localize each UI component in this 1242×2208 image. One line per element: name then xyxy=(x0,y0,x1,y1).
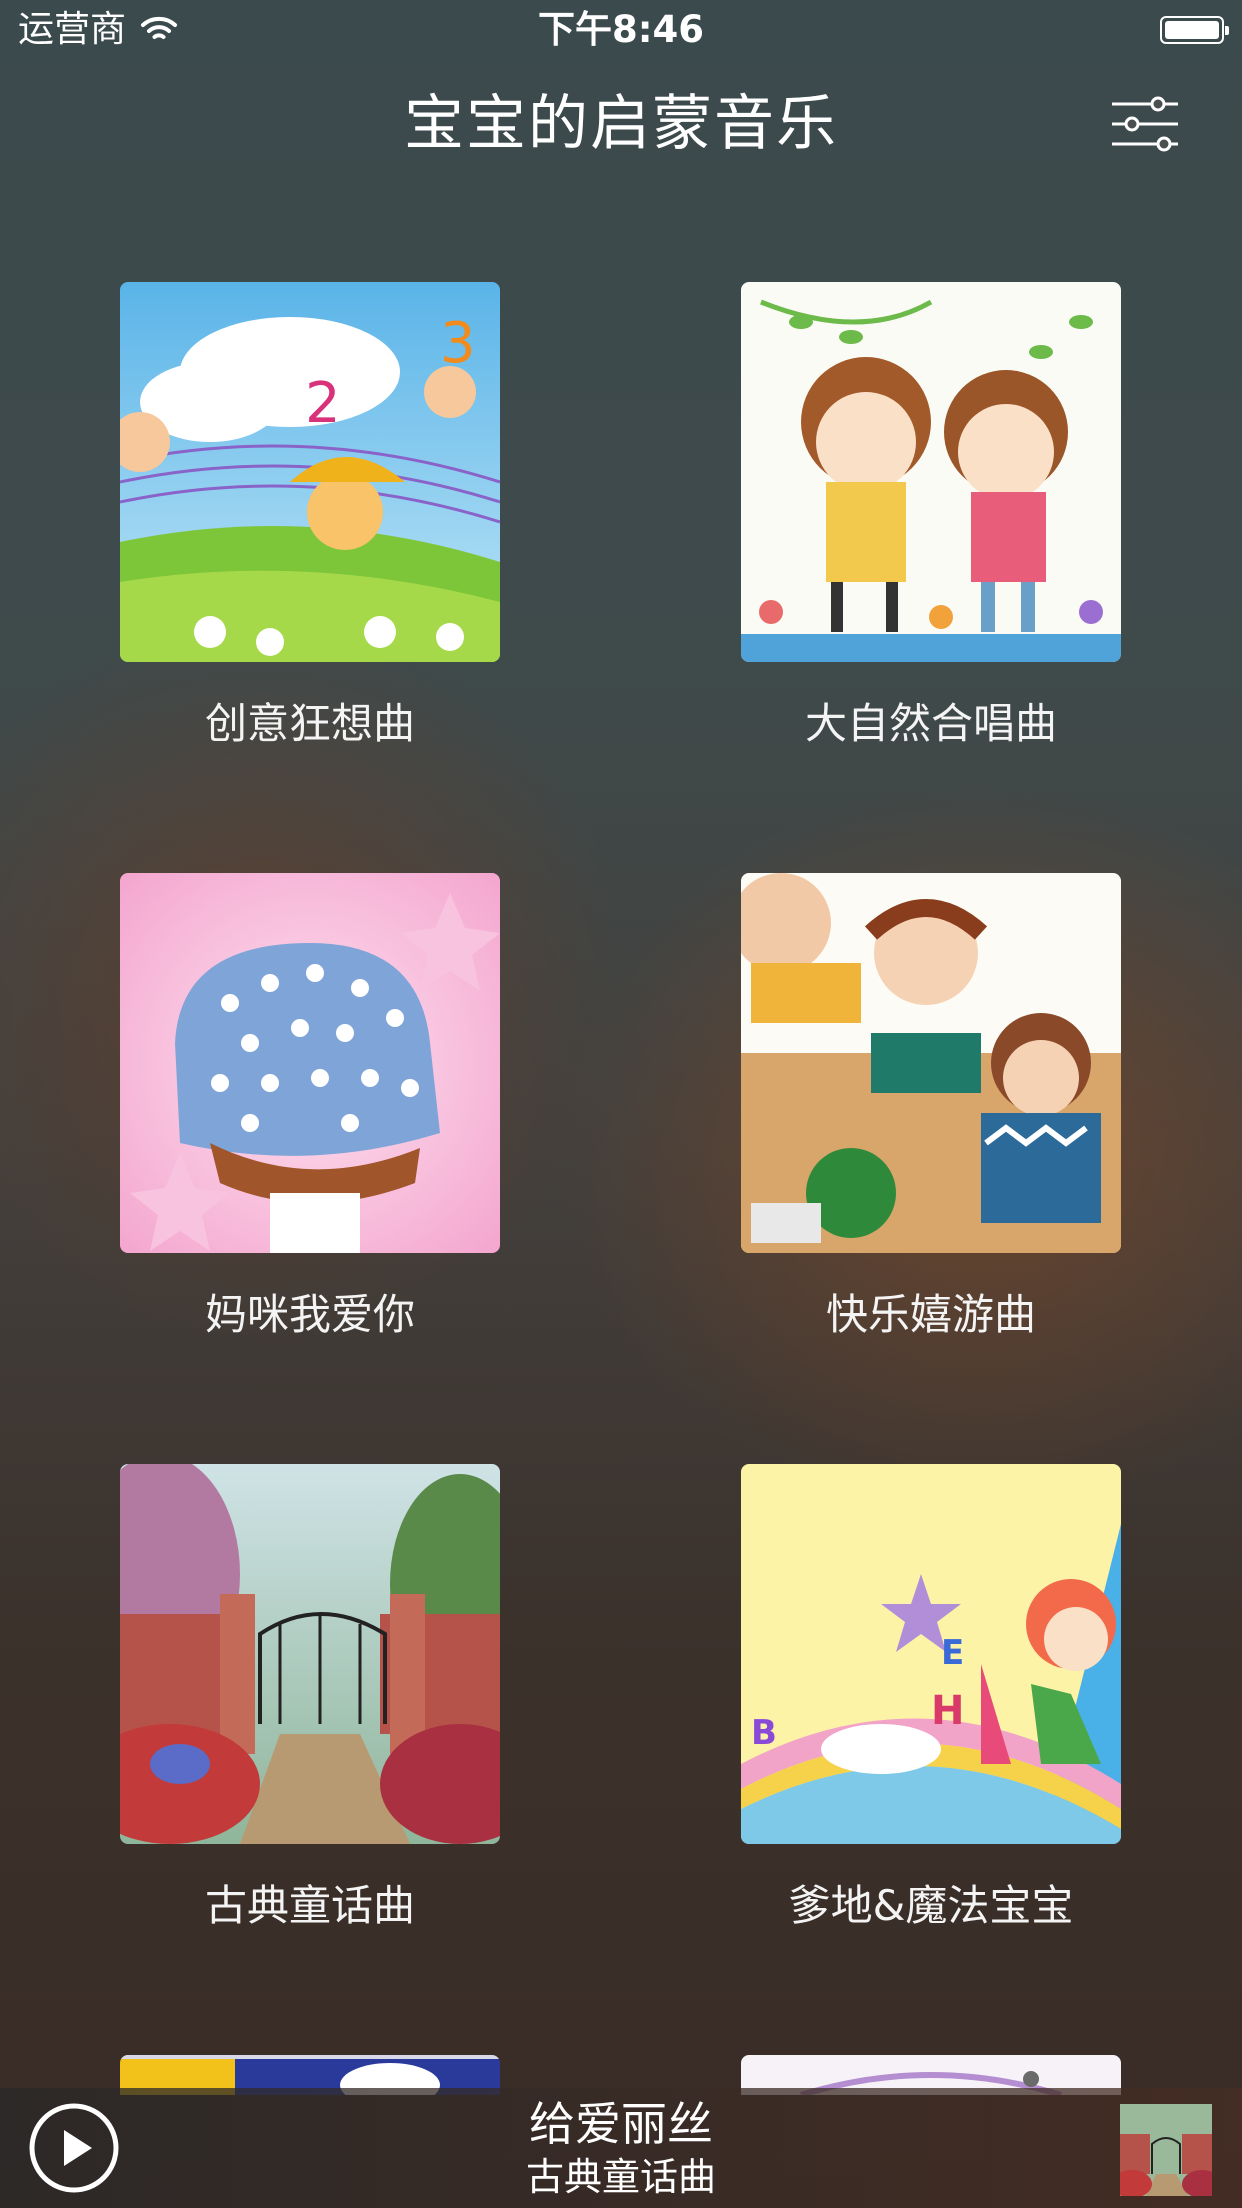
sliders-icon[interactable] xyxy=(1110,94,1180,154)
now-playing-cover[interactable] xyxy=(1120,2104,1212,2196)
album-title: 爹地&魔法宝宝 xyxy=(788,1881,1074,1930)
album-cover xyxy=(120,1464,500,1844)
svg-text:2: 2 xyxy=(305,371,341,436)
svg-text:3: 3 xyxy=(440,311,476,376)
battery-icon xyxy=(1160,16,1229,44)
album-card[interactable]: 大自然合唱曲 xyxy=(741,282,1121,750)
album-title: 大自然合唱曲 xyxy=(804,699,1057,748)
album-cover xyxy=(741,873,1121,1253)
album-title: 快乐嬉游曲 xyxy=(825,1290,1036,1339)
album-card[interactable]: 古典童话曲 xyxy=(120,1464,500,1932)
album-cover: H E B xyxy=(741,1464,1121,1844)
svg-text:E: E xyxy=(941,1633,964,1673)
now-playing-album: 古典童话曲 xyxy=(525,2155,716,2199)
page-title: 宝宝的启蒙音乐 xyxy=(404,89,838,159)
album-card[interactable]: 2 3 创意狂想曲 xyxy=(120,282,500,750)
nav-bar: 宝宝的启蒙音乐 xyxy=(0,64,1242,184)
album-cover xyxy=(120,873,500,1253)
album-title: 古典童话曲 xyxy=(204,1881,415,1930)
now-playing-bar[interactable]: 给爱丽丝 古典童话曲 xyxy=(0,2088,1242,2208)
album-title: 创意狂想曲 xyxy=(204,699,415,748)
status-bar: 运营商 下午8:46 xyxy=(0,0,1242,60)
album-title: 妈咪我爱你 xyxy=(204,1290,415,1339)
now-playing-title: 给爱丽丝 xyxy=(529,2097,713,2151)
svg-text:H: H xyxy=(931,1688,964,1734)
album-card[interactable]: 快乐嬉游曲 xyxy=(741,873,1121,1341)
svg-text:B: B xyxy=(751,1713,777,1753)
album-cover xyxy=(741,282,1121,662)
album-cover: 2 3 xyxy=(120,282,500,662)
album-card[interactable]: H E B 爹地&魔法宝宝 xyxy=(741,1464,1121,1932)
album-card[interactable]: 妈咪我爱你 xyxy=(120,873,500,1341)
clock: 下午8:46 xyxy=(537,8,705,51)
